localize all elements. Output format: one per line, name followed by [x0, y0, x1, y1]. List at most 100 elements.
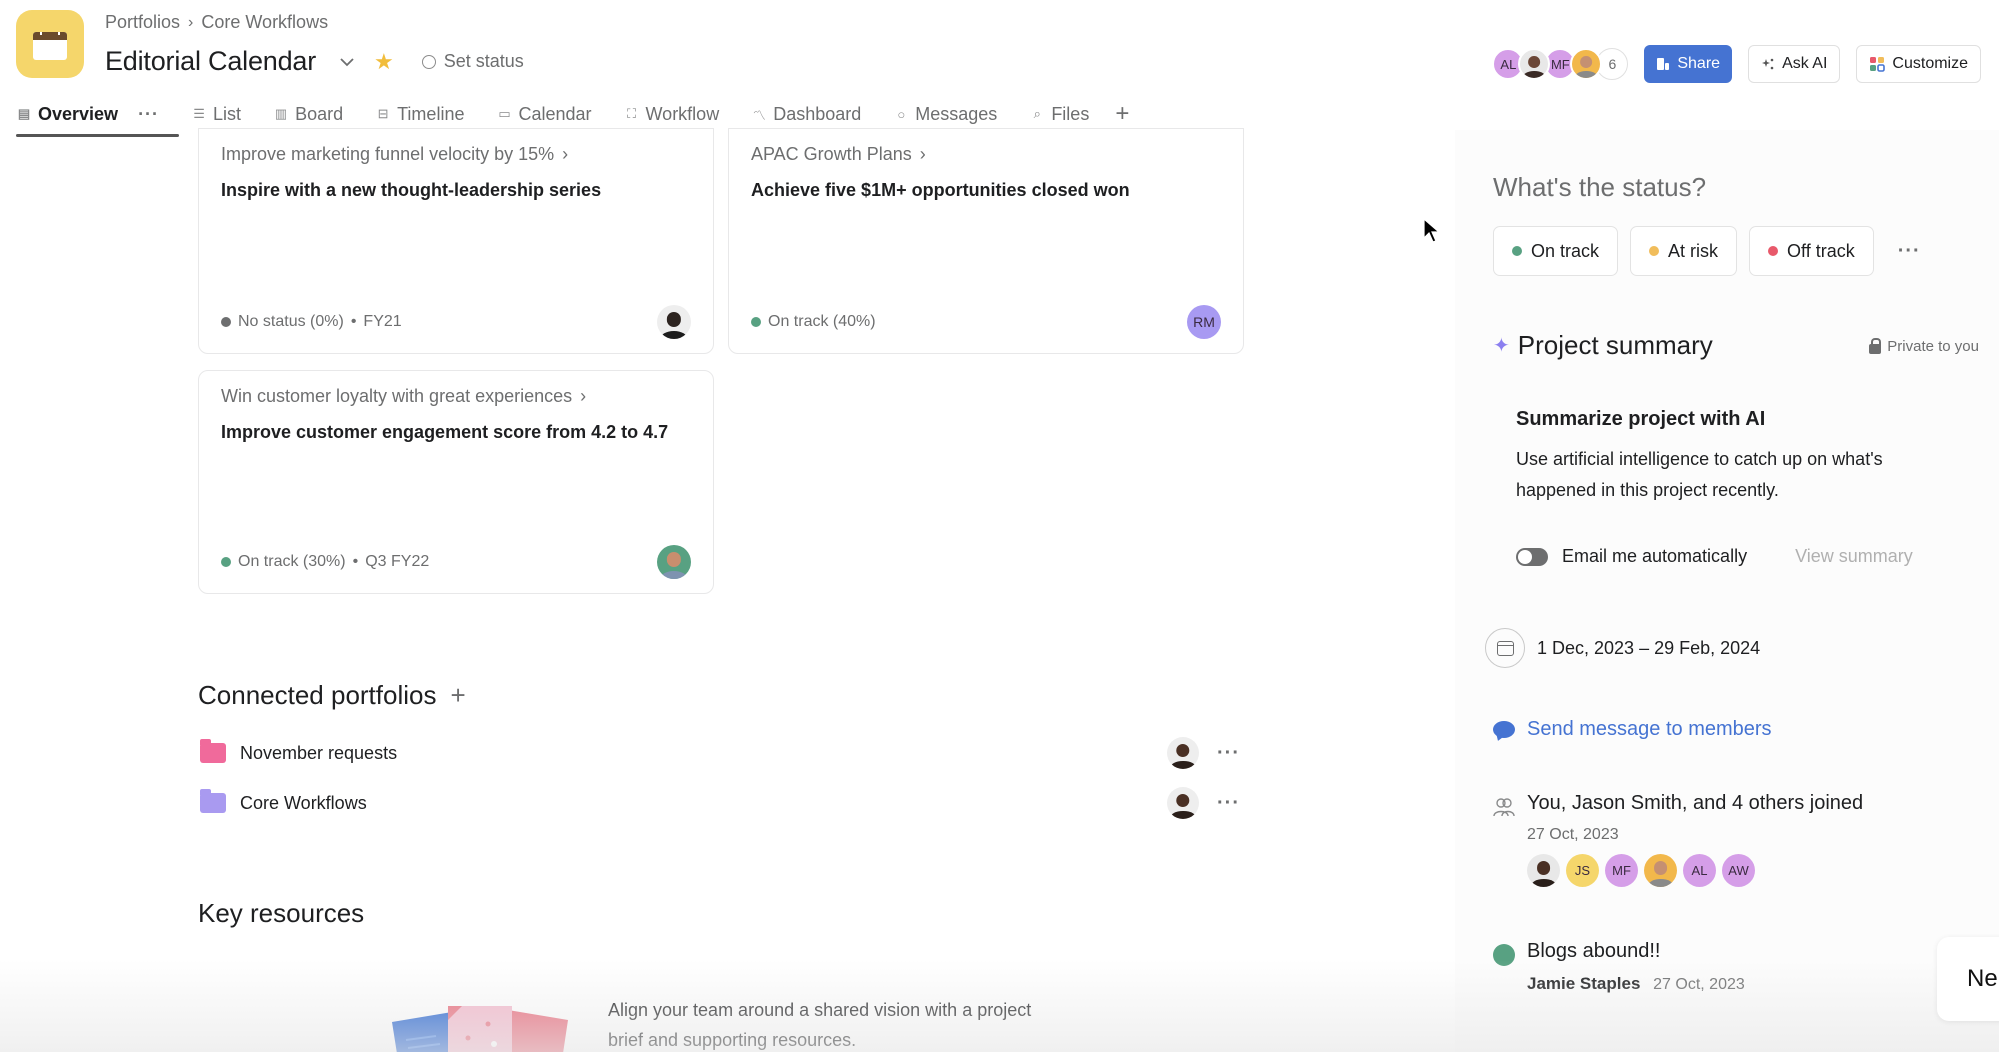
- tab-calendar[interactable]: ▭ Calendar: [496, 98, 591, 130]
- status-side-panel: What's the status? On track At risk Off …: [1455, 130, 1999, 1052]
- mouse-cursor-icon: [1423, 218, 1441, 243]
- timeline-icon: ⊟: [377, 106, 389, 121]
- portfolio-item[interactable]: Core Workflows ···: [200, 783, 1240, 823]
- page-title[interactable]: Editorial Calendar: [105, 46, 316, 77]
- breadcrumb-portfolios[interactable]: Portfolios: [105, 12, 180, 33]
- add-tab-button[interactable]: +: [1115, 100, 1129, 128]
- tab-list[interactable]: ☰ List: [191, 98, 241, 130]
- avatar[interactable]: AL: [1683, 854, 1716, 887]
- tab-messages[interactable]: ○ Messages: [893, 98, 997, 130]
- email-toggle-label: Email me automatically: [1562, 546, 1748, 566]
- customize-button[interactable]: Customize: [1856, 45, 1981, 83]
- status-update-title[interactable]: Blogs abound!!: [1527, 940, 1660, 963]
- privacy-indicator: Private to you: [1869, 337, 1979, 355]
- avatar[interactable]: MF: [1605, 854, 1638, 887]
- tab-workflow[interactable]: ⛶ Workflow: [624, 98, 720, 130]
- portfolio-owner-avatar[interactable]: [1167, 787, 1200, 819]
- calendar-icon: [33, 32, 67, 60]
- goal-owner-avatar[interactable]: [657, 305, 691, 339]
- more-options-button[interactable]: ···: [1217, 742, 1240, 765]
- on-track-button[interactable]: On track: [1493, 226, 1619, 276]
- more-status-options-button[interactable]: ···: [1898, 240, 1921, 263]
- section-title: Key resources: [198, 898, 365, 928]
- calendar-icon: ▭: [498, 106, 511, 121]
- chevron-right-icon: ›: [562, 144, 569, 164]
- goal-footer: No status (0%) • FY21: [221, 305, 691, 339]
- goal-owner-avatar[interactable]: RM: [1187, 305, 1221, 339]
- avatar[interactable]: [1570, 48, 1603, 80]
- goal-title: Inspire with a new thought-leadership se…: [221, 180, 602, 200]
- tab-label: Calendar: [518, 103, 592, 124]
- project-dates[interactable]: 1 Dec, 2023 – 29 Feb, 2024: [1485, 628, 1760, 668]
- avatar[interactable]: [1527, 854, 1560, 887]
- goal-parent[interactable]: Win customer loyalty with great experien…: [221, 386, 691, 407]
- message-bubble-icon: [1493, 721, 1515, 738]
- set-status-label: Set status: [443, 51, 524, 71]
- project-icon[interactable]: [16, 10, 84, 78]
- customize-label: Customize: [1892, 55, 1968, 72]
- tab-label: Timeline: [397, 103, 465, 124]
- status-dot-icon: [1493, 944, 1515, 966]
- chevron-down-icon[interactable]: [338, 53, 356, 71]
- off-track-button[interactable]: Off track: [1749, 226, 1874, 276]
- tab-label: Workflow: [645, 103, 720, 124]
- portfolio-item[interactable]: November requests ···: [200, 733, 1240, 773]
- portfolio-owner-avatar[interactable]: [1167, 737, 1200, 769]
- add-portfolio-button[interactable]: +: [450, 680, 465, 711]
- status-options: On track At risk Off track ···: [1493, 226, 1921, 276]
- paperclip-icon: ⌕: [1033, 106, 1041, 121]
- goal-title: Achieve five $1M+ opportunities closed w…: [751, 180, 1130, 200]
- avatar[interactable]: AW: [1722, 854, 1755, 887]
- joined-avatars: JS MF AL AW: [1527, 854, 1755, 887]
- workflow-icon: ⛶: [626, 106, 637, 121]
- at-risk-button[interactable]: At risk: [1630, 226, 1738, 276]
- goal-parent[interactable]: APAC Growth Plans ›: [751, 144, 1221, 165]
- goal-title: Improve customer engagement score from 4…: [221, 422, 669, 442]
- ai-summary-description: Use artificial intelligence to catch up …: [1516, 449, 1883, 500]
- more-options-button[interactable]: ···: [1217, 792, 1240, 815]
- goal-card[interactable]: APAC Growth Plans › Achieve five $1M+ op…: [728, 128, 1244, 354]
- set-status-button[interactable]: Set status: [421, 51, 524, 72]
- chevron-right-icon: ›: [580, 386, 587, 406]
- avatar[interactable]: [1644, 854, 1677, 887]
- goal-parent[interactable]: Improve marketing funnel velocity by 15%…: [221, 144, 691, 165]
- date-range: 1 Dec, 2023 – 29 Feb, 2024: [1537, 637, 1761, 658]
- people-icon: [1493, 798, 1515, 817]
- avatar[interactable]: [1518, 48, 1551, 80]
- tab-overview[interactable]: ▤ Overview ···: [16, 98, 180, 137]
- goal-card[interactable]: Win customer loyalty with great experien…: [198, 370, 714, 594]
- tab-label: Messages: [915, 103, 998, 124]
- share-button[interactable]: Share: [1644, 45, 1733, 83]
- status-label: Off track: [1787, 240, 1855, 261]
- toast-text: Ne: [1967, 965, 1998, 992]
- goal-owner-avatar[interactable]: [657, 545, 691, 579]
- project-tabs: ▤ Overview ··· ☰ List ▥ Board ⊟ Timeline…: [16, 98, 1129, 137]
- portfolio-name: November requests: [240, 742, 398, 763]
- status-label: On track: [1531, 240, 1600, 261]
- notification-toast[interactable]: Ne: [1937, 937, 1999, 1021]
- status-dot-icon: [221, 317, 231, 327]
- key-resources-description: Align your team around a shared vision w…: [608, 1000, 1032, 1050]
- member-avatars[interactable]: AL MF 6: [1492, 48, 1629, 80]
- status-dot-icon: [751, 317, 761, 327]
- tab-dashboard[interactable]: 〽 Dashboard: [751, 98, 862, 130]
- ask-ai-button[interactable]: Ask AI: [1748, 45, 1841, 83]
- goal-parent-label: APAC Growth Plans: [751, 144, 912, 164]
- status-dot-icon: [1512, 246, 1522, 256]
- status-dot-icon: [221, 557, 231, 567]
- privacy-label: Private to you: [1887, 338, 1979, 355]
- title-row: Editorial Calendar ★ Set status: [105, 46, 524, 77]
- send-message-button[interactable]: Send message to members: [1493, 718, 1772, 741]
- breadcrumb-core-workflows[interactable]: Core Workflows: [201, 12, 328, 33]
- tab-files[interactable]: ⌕ Files: [1029, 98, 1090, 130]
- tab-timeline[interactable]: ⊟ Timeline: [375, 98, 465, 130]
- tab-board[interactable]: ▥ Board: [273, 98, 343, 130]
- email-toggle[interactable]: [1516, 547, 1548, 566]
- goal-card[interactable]: Improve marketing funnel velocity by 15%…: [198, 128, 714, 354]
- star-icon[interactable]: ★: [374, 49, 394, 75]
- view-summary-button[interactable]: View summary: [1795, 546, 1913, 567]
- status-circle-icon: [421, 54, 436, 69]
- goal-footer: On track (30%) • Q3 FY22: [221, 545, 691, 579]
- more-icon[interactable]: ···: [138, 104, 159, 125]
- avatar[interactable]: JS: [1566, 854, 1599, 887]
